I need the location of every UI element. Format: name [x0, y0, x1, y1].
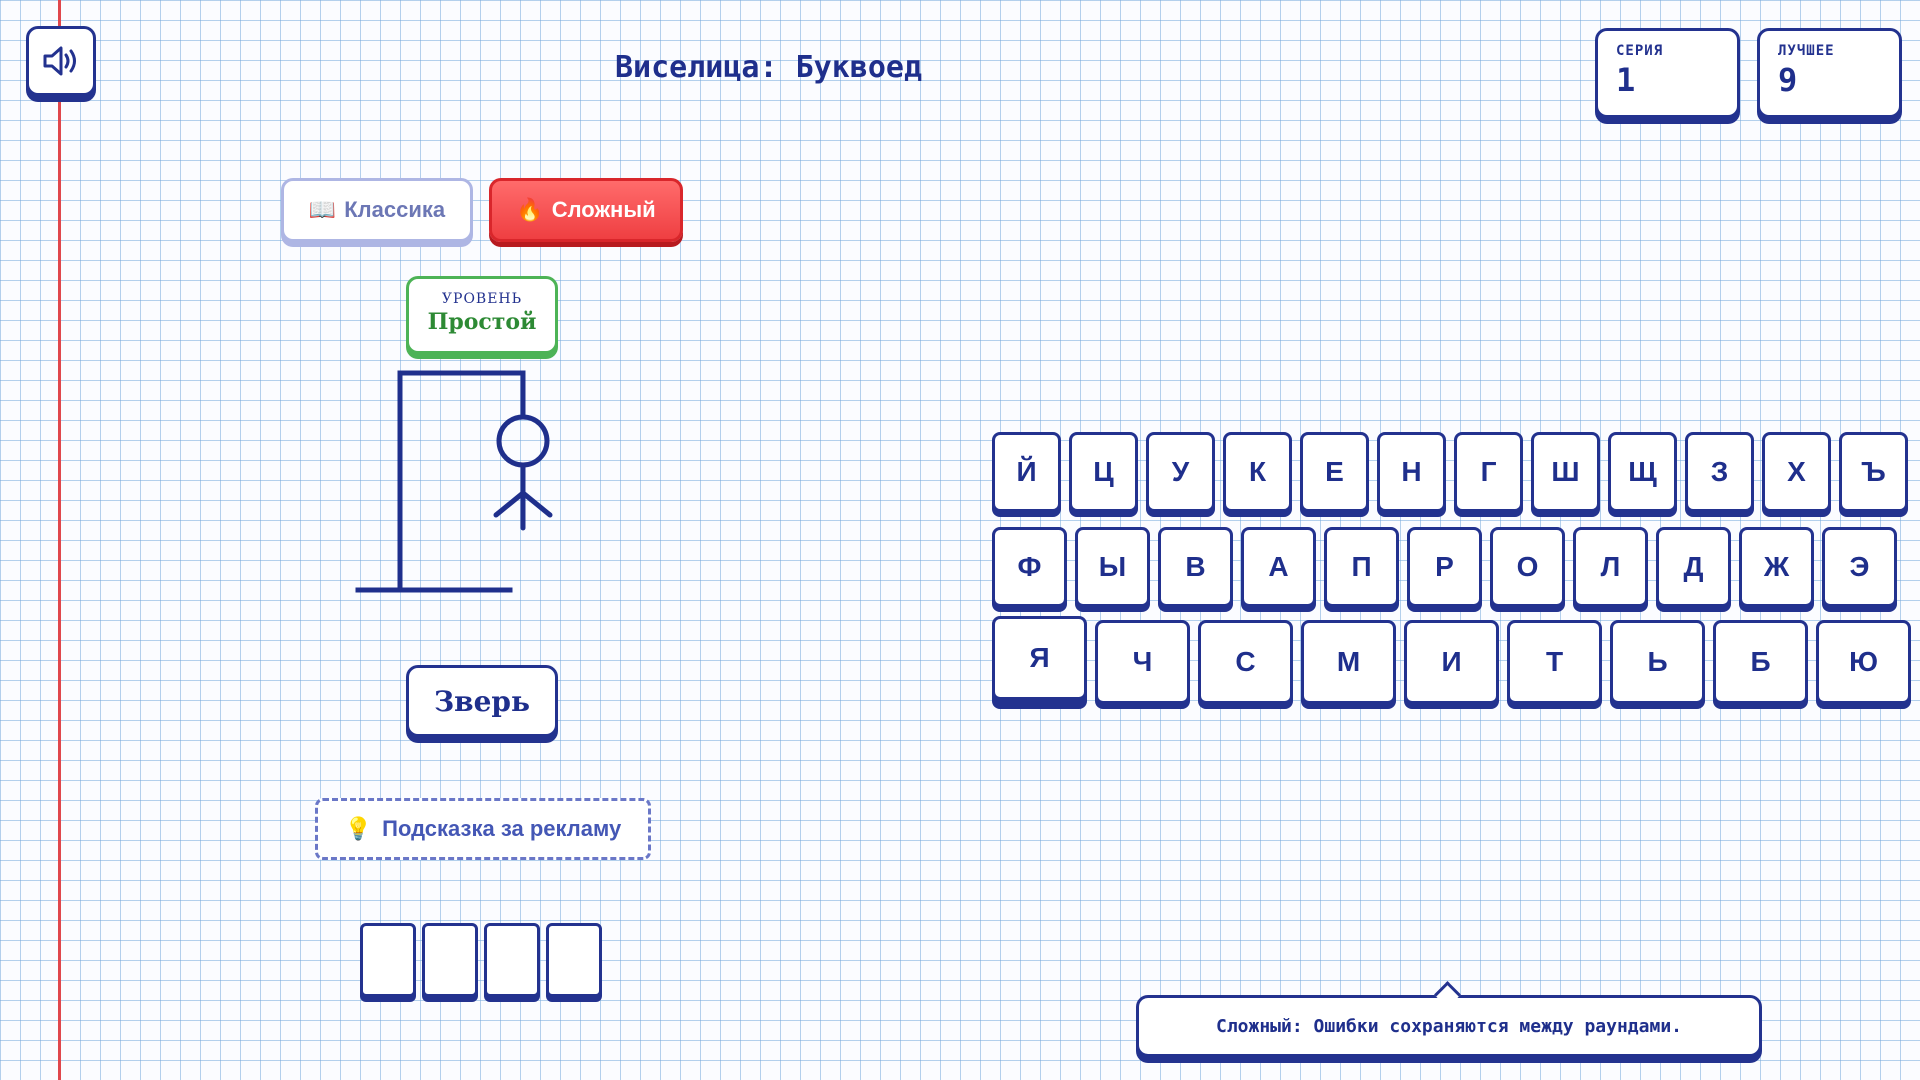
keyboard-row-3: Я Ч С М И Т Ь Б Ю: [992, 616, 1911, 704]
lightbulb-icon: 💡: [344, 816, 373, 841]
key[interactable]: Ф: [992, 527, 1067, 607]
best-score-label: ЛУЧШЕЕ: [1778, 43, 1835, 59]
key[interactable]: Б: [1713, 620, 1808, 704]
letter-slot: [422, 923, 478, 997]
mode-tooltip-text: Сложный: Ошибки сохраняются между раунда…: [1216, 1015, 1682, 1037]
key[interactable]: А: [1241, 527, 1316, 607]
keyboard-row-1: Й Ц У К Е Н Г Ш Щ З Х Ъ: [992, 432, 1908, 512]
word-slots: [360, 923, 602, 997]
key[interactable]: В: [1158, 527, 1233, 607]
hint-ad-button[interactable]: 💡 Подсказка за рекламу: [315, 798, 651, 860]
key[interactable]: М: [1301, 620, 1396, 704]
level-label: УРОВЕНЬ: [441, 291, 523, 307]
streak-card: СЕРИЯ 1: [1595, 28, 1740, 118]
gallows-frame: [355, 370, 526, 593]
key[interactable]: Х: [1762, 432, 1831, 512]
streak-label: СЕРИЯ: [1616, 43, 1664, 59]
key[interactable]: Ы: [1075, 527, 1150, 607]
sound-toggle-button[interactable]: [26, 26, 96, 96]
key[interactable]: Ш: [1531, 432, 1600, 512]
key[interactable]: З: [1685, 432, 1754, 512]
key[interactable]: П: [1324, 527, 1399, 607]
notebook-margin-line: [58, 0, 61, 1080]
letter-slot: [484, 923, 540, 997]
key[interactable]: Р: [1407, 527, 1482, 607]
hint-label: Подсказка за рекламу: [382, 816, 622, 841]
best-score-card: ЛУЧШЕЕ 9: [1757, 28, 1902, 118]
key[interactable]: Й: [992, 432, 1061, 512]
key[interactable]: Л: [1573, 527, 1648, 607]
speaker-icon: [43, 46, 76, 76]
key[interactable]: О: [1490, 527, 1565, 607]
mode-hard-button[interactable]: 🔥 Сложный: [489, 178, 683, 242]
key[interactable]: Д: [1656, 527, 1731, 607]
key[interactable]: Ю: [1816, 620, 1911, 704]
game-title: Виселица: Буквоед: [615, 50, 923, 85]
key[interactable]: Ь: [1610, 620, 1705, 704]
key[interactable]: Ъ: [1839, 432, 1908, 512]
streak-value: 1: [1616, 61, 1636, 99]
mode-classic-label: Классика: [344, 197, 446, 222]
key-pressed[interactable]: Я: [992, 616, 1087, 700]
key[interactable]: С: [1198, 620, 1293, 704]
key[interactable]: Ц: [1069, 432, 1138, 512]
key[interactable]: Э: [1822, 527, 1897, 607]
key[interactable]: Щ: [1608, 432, 1677, 512]
book-icon: 📖: [308, 197, 337, 222]
level-badge[interactable]: УРОВЕНЬ Простой: [406, 276, 558, 354]
key[interactable]: У: [1146, 432, 1215, 512]
key[interactable]: Ч: [1095, 620, 1190, 704]
key[interactable]: Е: [1300, 432, 1369, 512]
hangman-figure: [493, 414, 553, 531]
word-category: Зверь: [406, 665, 558, 737]
letter-slot: [546, 923, 602, 997]
key[interactable]: И: [1404, 620, 1499, 704]
key[interactable]: К: [1223, 432, 1292, 512]
mode-hard-label: Сложный: [551, 197, 656, 222]
key[interactable]: Т: [1507, 620, 1602, 704]
letter-slot: [360, 923, 416, 997]
mode-classic-button[interactable]: 📖 Классика: [281, 178, 473, 242]
keyboard-row-2: Ф Ы В А П Р О Л Д Ж Э: [992, 527, 1897, 607]
key[interactable]: Ж: [1739, 527, 1814, 607]
hangman-drawing: [355, 370, 553, 593]
key[interactable]: Н: [1377, 432, 1446, 512]
key[interactable]: Г: [1454, 432, 1523, 512]
level-value: Простой: [427, 309, 537, 335]
best-score-value: 9: [1778, 61, 1798, 99]
fire-icon: 🔥: [516, 197, 544, 222]
